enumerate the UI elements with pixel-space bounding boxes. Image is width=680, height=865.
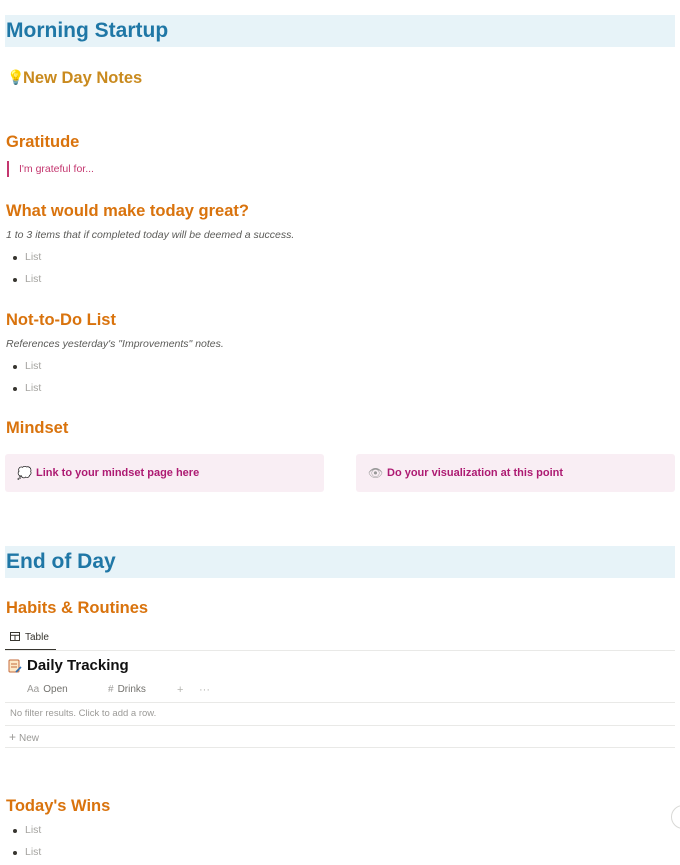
- morning-startup-heading: Morning Startup: [6, 19, 169, 42]
- list-item[interactable]: List: [25, 360, 41, 372]
- bullet: [13, 387, 17, 391]
- new-row-button[interactable]: + New: [9, 730, 39, 744]
- bullet: [13, 365, 17, 369]
- column-label: Open: [43, 684, 68, 695]
- column-header-open[interactable]: Aa Open: [27, 684, 68, 696]
- great-description: 1 to 3 items that if completed today wil…: [6, 229, 295, 241]
- not-to-do-description: References yesterday's "Improvements" no…: [6, 338, 224, 350]
- divider: [5, 702, 675, 703]
- add-column-button[interactable]: +: [177, 684, 183, 696]
- eye-icon: 👁: [368, 466, 384, 480]
- spreadsheet-icon: [8, 659, 22, 674]
- gratitude-quote[interactable]: I'm grateful for...: [19, 163, 94, 175]
- list-item[interactable]: List: [25, 824, 41, 836]
- not-to-do-heading: Not-to-Do List: [6, 311, 116, 329]
- column-header-drinks[interactable]: # Drinks: [108, 684, 146, 696]
- list-item[interactable]: List: [25, 273, 41, 285]
- end-of-day-heading: End of Day: [6, 550, 116, 573]
- thought-bubble-icon: 💭: [17, 466, 32, 480]
- bullet: [13, 256, 17, 260]
- number-property-icon: #: [108, 684, 114, 695]
- list-item[interactable]: List: [25, 846, 41, 858]
- list-item[interactable]: List: [25, 382, 41, 394]
- mindset-callout[interactable]: 💭 Link to your mindset page here: [5, 454, 324, 492]
- text-property-icon: Aa: [27, 684, 40, 695]
- more-options-button[interactable]: ···: [199, 684, 210, 696]
- divider: [5, 747, 675, 748]
- habits-heading: Habits & Routines: [6, 599, 149, 617]
- tab-table-view[interactable]: Table: [5, 628, 56, 651]
- bullet: [13, 829, 17, 833]
- bullet: [13, 851, 17, 855]
- table-icon: [10, 632, 20, 645]
- database-title[interactable]: Daily Tracking: [27, 657, 129, 674]
- todays-wins-heading: Today's Wins: [6, 797, 111, 815]
- gratitude-heading: Gratitude: [6, 133, 80, 151]
- empty-filter-message[interactable]: No filter results. Click to add a row.: [10, 708, 156, 719]
- callout-text[interactable]: Do your visualization at this point: [387, 466, 563, 480]
- plus-icon: +: [9, 730, 17, 744]
- divider: [5, 650, 675, 651]
- column-label: Drinks: [117, 684, 146, 695]
- new-day-notes-heading: New Day Notes: [23, 69, 143, 87]
- tab-label: Table: [25, 632, 49, 643]
- mindset-heading: Mindset: [6, 419, 69, 437]
- list-item[interactable]: List: [25, 251, 41, 263]
- bullet: [13, 278, 17, 282]
- quote-bar: [7, 161, 9, 177]
- new-row-label: New: [19, 733, 40, 744]
- great-heading: What would make today great?: [6, 202, 249, 220]
- help-button[interactable]: [671, 805, 680, 829]
- callout-text[interactable]: Link to your mindset page here: [36, 466, 199, 480]
- divider: [5, 725, 675, 726]
- lightbulb-icon: 💡: [7, 69, 25, 85]
- visualization-callout[interactable]: 👁 Do your visualization at this point: [356, 454, 675, 492]
